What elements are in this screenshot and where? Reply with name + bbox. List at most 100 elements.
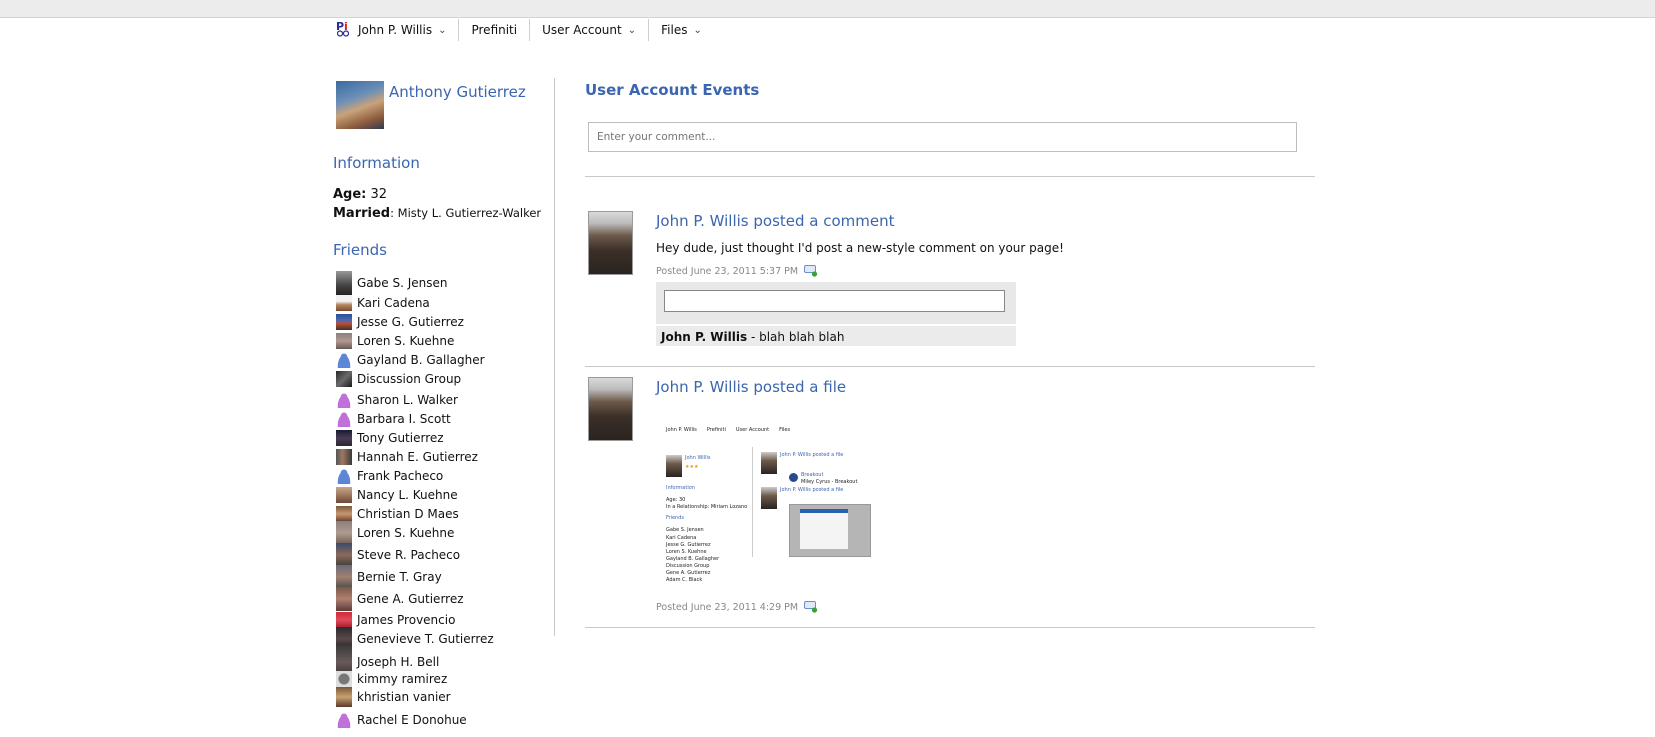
thumb-friend: Gene A. Gutierrez [666, 570, 711, 576]
friend-item[interactable]: Hannah E. Gutierrez [336, 449, 478, 465]
friend-item[interactable]: Christian D Maes [336, 506, 459, 522]
thumb-friend: Kari Cadena [666, 535, 697, 541]
friend-name: Jesse G. Gutierrez [357, 315, 464, 329]
friend-item[interactable]: Nancy L. Kuehne [336, 487, 458, 503]
user-placeholder-icon [336, 712, 352, 728]
thumb-friend: Gayland B. Gallagher [666, 556, 720, 562]
friend-name: Hannah E. Gutierrez [357, 450, 478, 464]
comment-input[interactable] [588, 122, 1297, 152]
friend-item[interactable]: James Provencio [336, 612, 455, 628]
thumb-avatar [761, 452, 777, 474]
nav-files[interactable]: Files ⌄ [649, 19, 714, 41]
chevron-down-icon: ⌄ [693, 24, 702, 36]
post-author-avatar[interactable] [588, 377, 633, 441]
add-comment-icon[interactable] [804, 265, 818, 277]
nav-user-label: John P. Willis [358, 23, 433, 37]
thumb-friend: Jesse G. Gutierrez [666, 542, 711, 548]
friend-name: Kari Cadena [357, 296, 430, 310]
friend-name: khristian vanier [357, 690, 451, 704]
thumb-nav-item: John P. Willis [666, 427, 697, 433]
friend-item[interactable]: Gayland B. Gallagher [336, 352, 485, 368]
friend-name: Gayland B. Gallagher [357, 353, 485, 367]
friend-item[interactable]: kimmy ramirez [336, 671, 447, 687]
age-label: Age: [333, 187, 367, 202]
friend-name: Christian D Maes [357, 507, 459, 521]
friend-name: Genevieve T. Gutierrez [357, 632, 494, 646]
divider [585, 627, 1315, 628]
friend-item[interactable]: Kari Cadena [336, 295, 430, 311]
thumb-post-title: John P. Willis posted a file [780, 452, 844, 458]
post-author-avatar[interactable] [588, 211, 633, 275]
friend-name: James Provencio [357, 613, 456, 627]
thumb-divider [752, 447, 753, 557]
thumb-relationship: In a Relationship: Miriam Lozano [666, 504, 748, 510]
married-label: Married [333, 206, 391, 221]
post-title[interactable]: John P. Willis posted a file [656, 378, 846, 396]
nav-user-account[interactable]: User Account ⌄ [530, 19, 650, 41]
chevron-down-icon: ⌄ [627, 24, 637, 36]
reply-input[interactable] [664, 290, 1005, 312]
reply-area: John P. Willis - blah blah blah [656, 282, 1016, 346]
friend-name: Discussion Group [357, 372, 462, 386]
friend-avatar [336, 506, 352, 522]
nav-prefiniti[interactable]: Prefiniti [459, 19, 531, 41]
friend-item[interactable]: Rachel E Donohue [336, 712, 467, 728]
page-title: User Account Events [585, 81, 760, 99]
file-thumbnail[interactable]: John P. Willis Prefiniti User Account Fi… [656, 427, 881, 592]
thumb-breakout: Breakout [801, 472, 824, 478]
friend-item[interactable]: Gabe S. Jensen [336, 271, 447, 295]
friend-item[interactable]: Jesse G. Gutierrez [336, 314, 464, 330]
thumb-nav: John P. Willis Prefiniti User Account Fi… [666, 427, 790, 433]
post-meta: Posted June 23, 2011 4:29 PM [656, 601, 818, 613]
thumb-post-title: John P. Willis posted a file [780, 487, 844, 493]
user-placeholder-icon [336, 352, 352, 368]
married-row: Married: Misty L. Gutierrez-Walker [333, 206, 541, 221]
information-heading: Information [333, 154, 420, 172]
married-value: : Misty L. Gutierrez-Walker [390, 206, 542, 220]
friend-avatar [336, 487, 352, 503]
friend-avatar [336, 612, 352, 628]
browser-top-strip [0, 0, 1655, 18]
friend-avatar [336, 521, 352, 545]
column-divider [554, 78, 555, 636]
friend-name: Joseph H. Bell [357, 655, 440, 669]
thumb-avatar [666, 455, 682, 477]
thumb-friend: Gabe S. Jensen [666, 527, 704, 533]
friend-item[interactable]: Barbara I. Scott [336, 411, 451, 427]
reply-author[interactable]: John P. Willis [661, 330, 747, 344]
post-meta: Posted June 23, 2011 5:37 PM [656, 265, 818, 277]
friend-item[interactable]: Gene A. Gutierrez [336, 587, 464, 611]
friend-avatar [336, 449, 352, 465]
friend-name: Barbara I. Scott [357, 412, 451, 426]
friend-name: Bernie T. Gray [357, 570, 442, 584]
thumb-stars: ★★★ [685, 464, 699, 470]
add-comment-icon[interactable] [804, 601, 818, 613]
thumb-friends: Friends [666, 515, 684, 521]
play-icon [789, 473, 798, 482]
friend-item[interactable]: Bernie T. Gray [336, 565, 442, 589]
friend-item[interactable]: Tony Gutierrez [336, 430, 444, 446]
friend-item[interactable]: Steve R. Pacheco [336, 543, 460, 567]
profile-avatar[interactable] [336, 81, 384, 129]
friend-item[interactable]: khristian vanier [336, 687, 451, 707]
thumb-friend: Discussion Group [666, 563, 710, 569]
user-placeholder-icon [336, 392, 352, 408]
post-title[interactable]: John P. Willis posted a comment [656, 212, 895, 230]
thumb-friend: Loren S. Kuehne [666, 549, 707, 555]
friend-item[interactable]: Loren S. Kuehne [336, 333, 454, 349]
nav-user-account-label: User Account [542, 23, 622, 37]
friend-avatar [336, 430, 352, 446]
reply-item: John P. Willis - blah blah blah [656, 324, 1016, 346]
nav-user-menu[interactable]: Pi John P. Willis ⌄ [336, 19, 460, 41]
age-row: Age: 32 [333, 187, 387, 202]
friend-item[interactable]: Frank Pacheco [336, 468, 443, 484]
friend-name: Tony Gutierrez [357, 431, 444, 445]
friend-item[interactable]: Sharon L. Walker [336, 392, 458, 408]
profile-name[interactable]: Anthony Gutierrez [389, 83, 526, 101]
chevron-down-icon: ⌄ [438, 24, 447, 36]
friend-avatar [336, 587, 352, 611]
friend-item[interactable]: Discussion Group [336, 371, 461, 387]
friend-avatar [336, 295, 352, 311]
user-placeholder-icon [336, 468, 352, 484]
friend-item[interactable]: Loren S. Kuehne [336, 521, 454, 545]
